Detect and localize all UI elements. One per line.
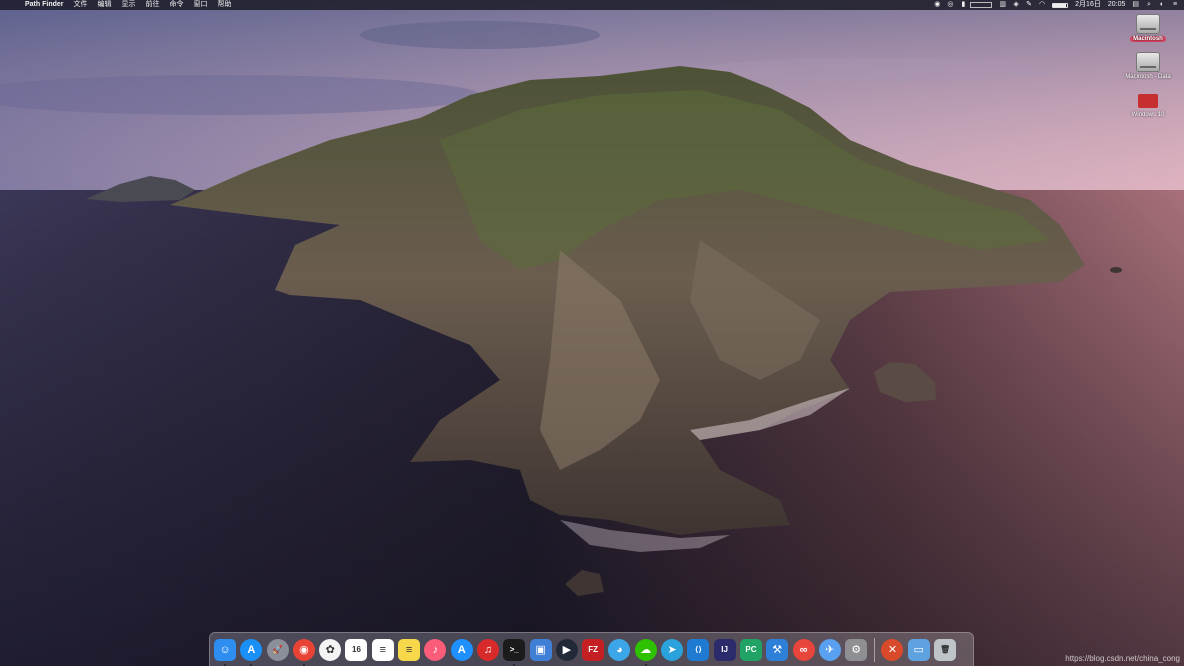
app-status-icon[interactable]: ◈	[1013, 0, 1019, 10]
pycharm-icon[interactable]: PC	[739, 638, 762, 661]
finder-icon[interactable]: ☺	[214, 638, 236, 666]
menu-bar: Path Finder 文件 编辑 显示 前往 命令 窗口 帮助 ◉ ◎ ▮ ▥…	[0, 0, 1184, 10]
desktop-wallpaper	[0, 0, 1184, 666]
menu-bar-left: Path Finder 文件 编辑 显示 前往 命令 窗口 帮助	[0, 0, 242, 10]
tools-icon[interactable]: ✎	[1026, 0, 1032, 10]
running-indicator	[250, 663, 253, 666]
dock-separator	[874, 637, 876, 662]
wechat-icon[interactable]: ◉	[934, 0, 940, 10]
reminders-icon[interactable]: ≡	[371, 638, 394, 661]
network-stats-icon[interactable]	[970, 2, 993, 8]
desktop-item-windows-10[interactable]: Windows 10	[1120, 90, 1176, 118]
photos-icon[interactable]: ✿	[319, 638, 342, 661]
desktop-item-label: Macintosh - Data	[1125, 74, 1171, 80]
chrome-icon[interactable]: ◉	[292, 638, 315, 666]
menu-bar-date[interactable]: 2月16日	[1075, 0, 1101, 10]
siri-icon[interactable]: ◐	[1159, 0, 1165, 10]
wifi-icon[interactable]: ◠	[1039, 0, 1045, 10]
microsoft-remote-desktop-icon[interactable]: ✕	[881, 638, 904, 661]
battery-icon[interactable]	[1052, 2, 1069, 8]
running-indicator	[224, 663, 226, 666]
telegram-icon[interactable]: ➤	[661, 638, 684, 661]
desktop-item-macintosh[interactable]: Macintosh	[1120, 14, 1176, 42]
calendar-icon[interactable]: 16	[345, 638, 368, 661]
netease-music-icon[interactable]: ♫	[476, 638, 499, 661]
menu-list-icon[interactable]: ≡	[1172, 0, 1178, 10]
watermark: https://blog.csdn.net/china_cong	[1065, 654, 1180, 663]
menu-file[interactable]: 文件	[74, 0, 88, 10]
menu-app-name[interactable]: Path Finder	[25, 0, 64, 10]
vscode-icon[interactable]: ⟨⟩	[687, 638, 710, 661]
notes-icon[interactable]: ≡	[398, 638, 421, 661]
menu-edit[interactable]: 编辑	[98, 0, 112, 10]
hard-drive-icon	[1136, 14, 1160, 34]
app-store-blue-icon[interactable]: A	[450, 638, 473, 661]
bookmark-icon[interactable]: ▮	[960, 0, 966, 10]
app-store-icon[interactable]: A	[240, 638, 263, 666]
desktop-item-macintosh-data[interactable]: Macintosh - Data	[1120, 52, 1176, 80]
menu-go[interactable]: 前往	[146, 0, 160, 10]
quicktime-icon[interactable]: ▶	[555, 638, 578, 661]
filezilla-icon[interactable]: FZ	[582, 638, 605, 661]
xcode-icon[interactable]: ⚒	[766, 638, 789, 661]
wechat-icon[interactable]: ☁	[634, 638, 657, 666]
running-indicator	[302, 663, 305, 666]
intellij-icon[interactable]: IJ	[713, 638, 736, 661]
menu-bar-status: ◉ ◎ ▮ ▥ ◈ ✎ ◠ 2月16日 20:05 ▤ ⌕ ◐ ≡	[927, 0, 1184, 10]
menu-command[interactable]: 命令	[170, 0, 184, 10]
hard-drive-icon	[1136, 52, 1160, 72]
alarm-icon[interactable]: ◎	[947, 0, 953, 10]
terminal-icon[interactable]: >_	[503, 638, 526, 666]
notification-icon[interactable]: ▤	[1132, 0, 1139, 10]
running-indicator	[513, 663, 516, 666]
desktop-item-label: Windows 10	[1131, 112, 1165, 118]
menu-help[interactable]: 帮助	[218, 0, 232, 10]
desktop-icons: Macintosh Macintosh - Data Windows 10	[1120, 14, 1176, 128]
running-indicator	[644, 663, 647, 666]
trash-icon[interactable]: 🗑	[934, 638, 957, 661]
qq-icon[interactable]: ◕	[608, 638, 631, 661]
battery-level	[1053, 3, 1066, 7]
menu-window[interactable]: 窗口	[194, 0, 208, 10]
desktop-item-label: Macintosh	[1130, 36, 1166, 42]
windows-drive-icon	[1138, 94, 1158, 108]
menu-bar-time[interactable]: 20:05	[1108, 0, 1126, 10]
search-icon[interactable]: ⌕	[1146, 0, 1152, 10]
migration-icon[interactable]: ✈	[818, 638, 841, 661]
music-icon[interactable]: ♪	[424, 638, 447, 661]
remote-desktop-icon[interactable]: ▣	[529, 638, 552, 661]
menu-view[interactable]: 显示	[122, 0, 136, 10]
launchpad-icon[interactable]: 🚀	[266, 638, 289, 661]
applications-folder-icon[interactable]: ▭	[907, 638, 930, 661]
creative-cloud-icon[interactable]: ∞	[792, 638, 815, 661]
system-preferences-icon[interactable]: ⚙	[845, 638, 868, 661]
dock: ☺ A 🚀 ◉ ✿ 16 ≡ ≡ ♪ A ♫ >_ ▣ ▶ FZ ◕ ☁ ➤ ⟨⟩ IJ PC ⚒ ∞ ✈ ⚙ ✕ ▭ 🗑	[209, 632, 974, 666]
cpu-stats-icon[interactable]: ▥	[999, 0, 1006, 10]
